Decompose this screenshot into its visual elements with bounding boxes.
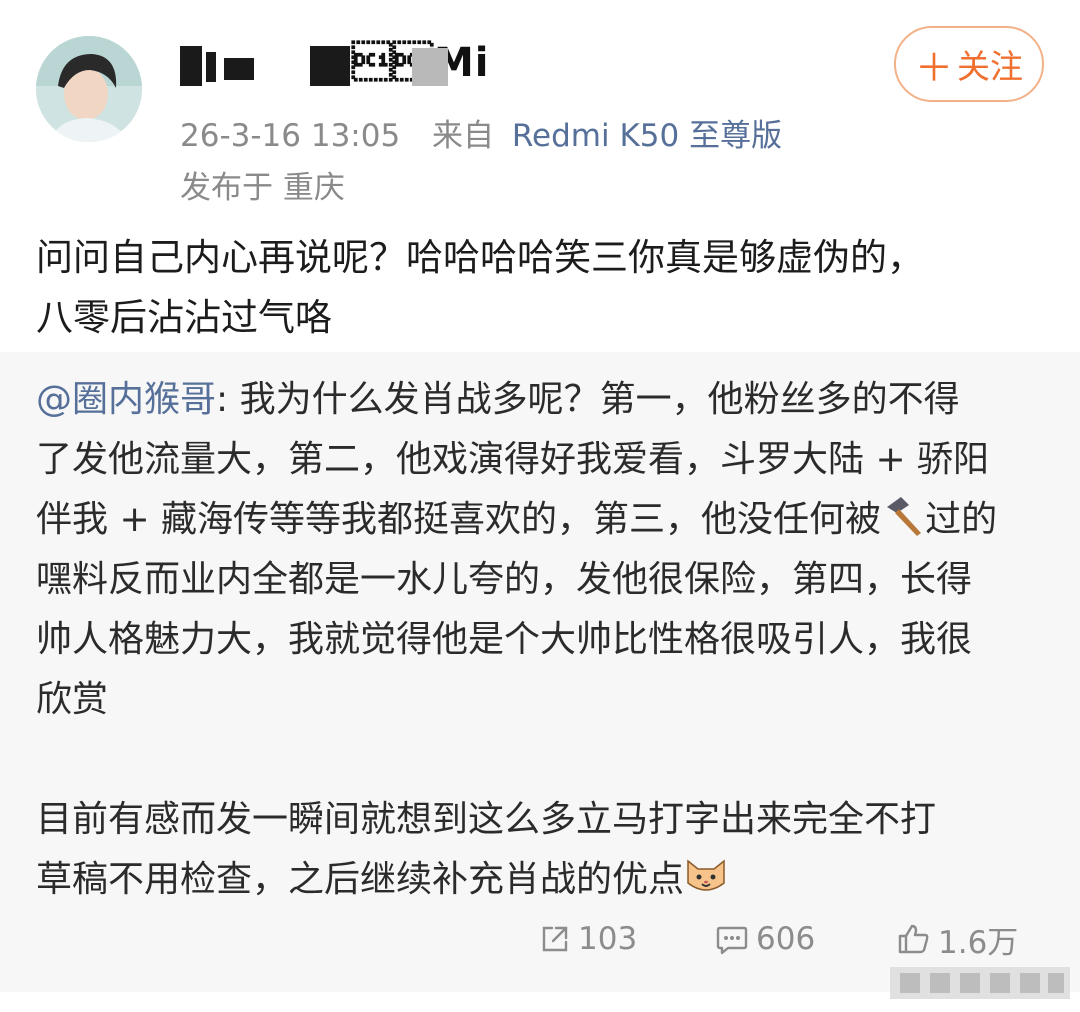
- quoted-line: 帅人格魅力大，我就觉得他是个大帅比性格很吸引人，我很: [36, 619, 973, 660]
- quoted-text: @圈内猴哥: 我为什么发肖战多呢？第一，他粉丝多的不得 了发他流量大，第二，他戏…: [36, 370, 1051, 910]
- quoted-line: 目前有感而发一瞬间就想到这么多立马打字出来完全不打: [36, 799, 937, 840]
- source-prefix: 来自: [432, 118, 495, 154]
- thumbs-up-icon: [898, 924, 929, 954]
- post-text-line: 问问自己内心再说呢？哈哈哈哈笑三你真是够虚伪的，: [36, 236, 924, 279]
- username-obscured[interactable]: Mi: [180, 40, 489, 92]
- quoted-line: 伴我 + 藏海传等等我都挺喜欢的，第三，他没任何被 过的: [36, 490, 1051, 550]
- comment-count: 606: [756, 921, 816, 957]
- repost-icon: [542, 926, 568, 952]
- like-button[interactable]: 1.6万: [896, 914, 1018, 964]
- repost-count: 103: [578, 921, 638, 957]
- cat-face-icon: [684, 853, 728, 897]
- quoted-line: 草稿不用检查，之后继续补充肖战的优点: [36, 850, 1051, 910]
- like-count: 1.6万: [938, 924, 1019, 961]
- quoted-line: 欣赏: [36, 679, 109, 720]
- post-location: 发布于 重庆: [180, 170, 345, 206]
- timestamp: 26-3-16 13:05: [180, 118, 401, 154]
- quoted-line: @圈内猴哥: 我为什么发肖战多呢？第一，他粉丝多的不得: [36, 379, 960, 420]
- quoted-line: 了发他流量大，第二，他戏演得好我爱看，斗罗大陆 + 骄阳: [36, 439, 990, 480]
- mention-link[interactable]: @圈内猴哥: [36, 379, 216, 420]
- plus-icon: ＋: [914, 45, 953, 90]
- comment-icon: [716, 926, 748, 955]
- quoted-line: 嘿料反而业内全都是一水儿夸的，发他很保险，第四，长得: [36, 559, 973, 600]
- action-bar: 103 606 1.6万: [0, 914, 1080, 964]
- device-name[interactable]: Redmi K50 至尊版: [512, 118, 782, 154]
- comment-button[interactable]: 606: [714, 914, 815, 964]
- avatar[interactable]: [36, 36, 142, 142]
- post-header: Mi 26-3-16 13:05 来自 Redmi K50 至尊版 发布于 …: [0, 0, 1080, 215]
- watermark: [890, 965, 1070, 1001]
- post-meta: 26-3-16 13:05 来自 Redmi K50 至尊版: [180, 110, 782, 155]
- follow-button[interactable]: ＋ 关注: [894, 26, 1044, 102]
- post-body: 问问自己内心再说呢？哈哈哈哈笑三你真是够虚伪的， 八零后沾沾过气咯: [36, 228, 1046, 348]
- hammer-icon: [881, 493, 925, 537]
- quoted-post[interactable]: @圈内猴哥: 我为什么发肖战多呢？第一，他粉丝多的不得 了发他流量大，第二，他戏…: [0, 352, 1080, 992]
- repost-button[interactable]: 103: [538, 914, 637, 964]
- post-text-line: 八零后沾沾过气咯: [36, 296, 332, 339]
- follow-label: 关注: [957, 47, 1023, 86]
